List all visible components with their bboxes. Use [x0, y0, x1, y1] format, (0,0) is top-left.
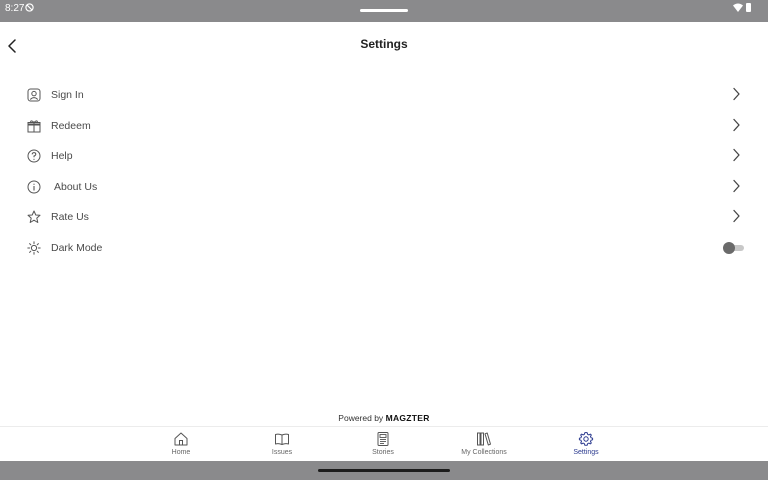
- powered-by: Powered by MAGZTER: [0, 413, 768, 423]
- bottom-navigation: Home Issues Stories My Collections Setti…: [0, 426, 768, 461]
- nav-item-stories[interactable]: Stories: [343, 431, 423, 461]
- gear-icon: [578, 432, 594, 446]
- chevron-right-icon: [733, 149, 740, 162]
- home-icon: [174, 432, 188, 446]
- nav-label: Home: [171, 449, 191, 456]
- account-icon: [27, 88, 41, 102]
- nav-item-home[interactable]: Home: [141, 431, 221, 461]
- settings-item-dark-mode: Dark Mode: [0, 233, 768, 264]
- settings-item-label: Sign In: [51, 89, 84, 101]
- do-not-disturb-icon: [25, 3, 34, 12]
- settings-item-label: Help: [51, 150, 73, 163]
- brand-name: MAGZTER: [385, 413, 430, 423]
- settings-item-about-us[interactable]: About Us: [0, 172, 768, 203]
- chevron-right-icon: [733, 179, 740, 192]
- system-navigation-bar: [0, 461, 768, 480]
- toggle-thumb: [723, 241, 735, 254]
- powered-by-prefix: Powered by: [338, 413, 384, 423]
- nav-item-my-collections[interactable]: My Collections: [444, 431, 524, 461]
- status-time: 8:27: [5, 3, 25, 14]
- status-bar: 8:27: [0, 0, 768, 22]
- library-icon: [477, 432, 491, 446]
- settings-item-label: About Us: [54, 180, 98, 193]
- nav-label: My Collections: [461, 449, 507, 456]
- battery-icon: [746, 3, 751, 12]
- gift-icon: [27, 120, 41, 133]
- chevron-right-icon: [733, 210, 740, 223]
- sun-icon: [27, 241, 41, 255]
- settings-item-label: Dark Mode: [51, 241, 103, 254]
- settings-item-rate-us[interactable]: Rate Us: [0, 202, 768, 233]
- nav-label: Issues: [271, 449, 293, 456]
- star-icon: [27, 210, 41, 224]
- help-circle-icon: [27, 149, 41, 163]
- settings-item-sign-in[interactable]: Sign In: [0, 80, 768, 111]
- settings-item-redeem[interactable]: Redeem: [0, 111, 768, 142]
- info-icon: [27, 180, 41, 194]
- settings-list: Sign In Redeem Help About Us Rate Us Dar…: [0, 80, 768, 264]
- app-header: Settings: [0, 22, 768, 70]
- page-title: Settings: [360, 37, 408, 51]
- chevron-right-icon: [733, 118, 740, 131]
- nav-item-settings[interactable]: Settings: [546, 431, 626, 461]
- status-handle: [360, 9, 408, 12]
- dark-mode-toggle[interactable]: [723, 241, 744, 254]
- chevron-right-icon: [733, 87, 740, 101]
- document-icon: [377, 432, 389, 446]
- wifi-icon: [733, 3, 743, 12]
- settings-item-help[interactable]: Help: [0, 141, 768, 172]
- nav-label: Settings: [573, 449, 599, 456]
- settings-item-label: Rate Us: [51, 211, 89, 224]
- book-open-icon: [275, 433, 289, 445]
- nav-label: Stories: [372, 449, 394, 456]
- nav-item-issues[interactable]: Issues: [242, 431, 322, 461]
- settings-item-label: Redeem: [51, 119, 91, 132]
- home-indicator[interactable]: [318, 469, 450, 472]
